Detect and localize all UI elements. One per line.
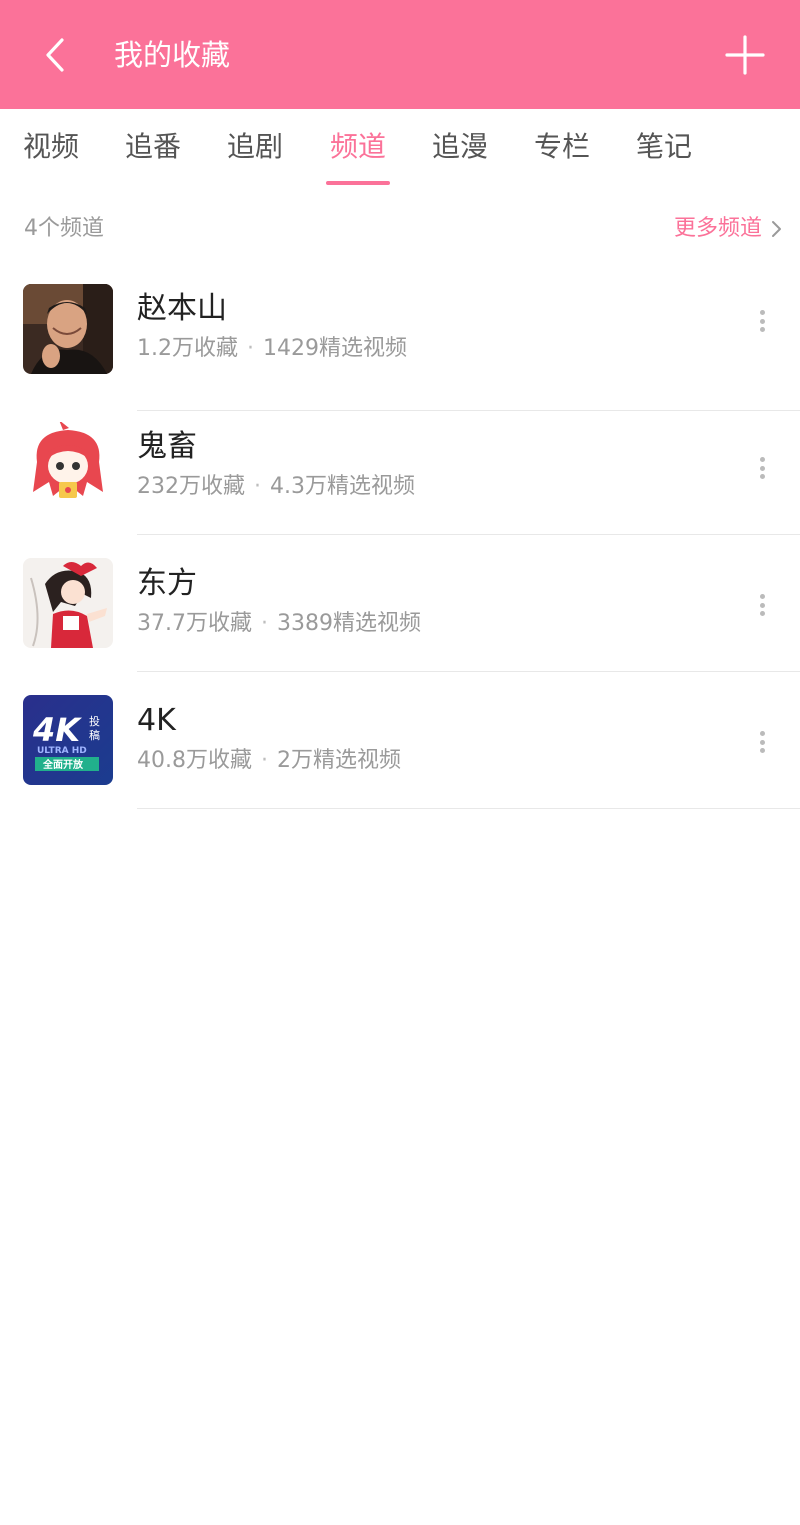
meta-separator: · [261,611,268,636]
vertical-dots-icon-dot [759,474,765,479]
channel-name: 4K [137,703,176,738]
favorite-count: 232万收藏 [137,474,245,499]
vertical-dots-icon-dot [759,318,765,324]
channel-thumbnail [23,558,113,648]
tab-channel[interactable]: 频道 [330,127,386,167]
list-item[interactable]: 鬼畜 232万收藏 · 4.3万精选视频 [0,398,800,535]
more-options-button[interactable] [748,727,776,757]
channel-stats: 232万收藏 · 4.3万精选视频 [137,470,415,504]
top-app-bar: 我的收藏 [0,0,800,109]
meta-separator: · [247,336,254,361]
thumb-sub: ULTRA HD [37,746,87,756]
channel-stats: 37.7万收藏 · 3389精选视频 [137,607,421,641]
more-channels-label: 更多频道 [673,216,762,241]
vertical-dots-icon [759,457,765,462]
back-arrow-icon [46,38,64,72]
vertical-dots-icon [759,310,765,315]
plus-icon [725,35,765,75]
tab-anime[interactable]: 追番 [125,127,181,167]
video-count: 2万精选视频 [277,748,401,773]
thumb-side-top: 投 [89,714,100,728]
tab-bar: 视频 追番 追剧 频道 追漫 专栏 笔记 [0,109,800,189]
vertical-dots-icon-dot [759,602,765,608]
add-button[interactable] [718,28,772,82]
meta-separator: · [261,748,268,773]
vertical-dots-icon-dot [759,465,765,471]
more-options-button[interactable] [748,306,776,336]
tab-video[interactable]: 视频 [23,127,79,167]
vertical-dots-icon-dot [759,739,765,745]
list-item[interactable]: 4K 投 稿 ULTRA HD 全面开放 4K 40.8万收藏 · 2万精选视频 [0,672,800,809]
channel-name: 赵本山 [137,291,227,326]
list-item[interactable]: 赵本山 1.2万收藏 · 1429精选视频 [0,274,800,411]
meta-separator: · [254,474,261,499]
chevron-right-icon [770,219,782,239]
video-count: 1429精选视频 [263,336,407,361]
page-title: 我的收藏 [114,38,231,72]
video-count: 4.3万精选视频 [270,474,415,499]
vertical-dots-icon-dot [759,611,765,616]
back-button[interactable] [30,28,80,82]
divider [137,808,800,809]
thumb-side-bottom: 稿 [89,728,100,742]
tab-column[interactable]: 专栏 [534,127,590,167]
favorite-count: 1.2万收藏 [137,336,238,361]
thumb-4k-text: 4K [32,711,82,749]
vertical-dots-icon [759,594,765,599]
channel-stats: 1.2万收藏 · 1429精选视频 [137,332,407,366]
active-tab-indicator [326,181,390,185]
channel-name: 鬼畜 [137,429,197,464]
vertical-dots-icon [759,731,765,736]
thumb-banner: 全面开放 [42,758,84,771]
more-options-button[interactable] [748,453,776,483]
video-count: 3389精选视频 [277,611,421,636]
tab-notes[interactable]: 笔记 [636,127,692,167]
channel-stats: 40.8万收藏 · 2万精选视频 [137,744,401,778]
list-item[interactable]: 东方 37.7万收藏 · 3389精选视频 [0,535,800,672]
favorite-count: 37.7万收藏 [137,611,252,636]
more-channels-link[interactable]: 更多频道 [674,212,782,246]
tab-drama[interactable]: 追剧 [227,127,283,167]
channel-thumbnail [23,422,113,512]
vertical-dots-icon-dot [759,748,765,753]
channel-name: 东方 [137,566,197,601]
channel-count: 4个频道 [24,216,104,241]
favorite-count: 40.8万收藏 [137,748,252,773]
channel-thumbnail [23,284,113,374]
vertical-dots-icon-dot [759,327,765,332]
tab-comic[interactable]: 追漫 [432,127,488,167]
channel-thumbnail: 4K 投 稿 ULTRA HD 全面开放 [23,695,113,785]
more-options-button[interactable] [748,590,776,620]
